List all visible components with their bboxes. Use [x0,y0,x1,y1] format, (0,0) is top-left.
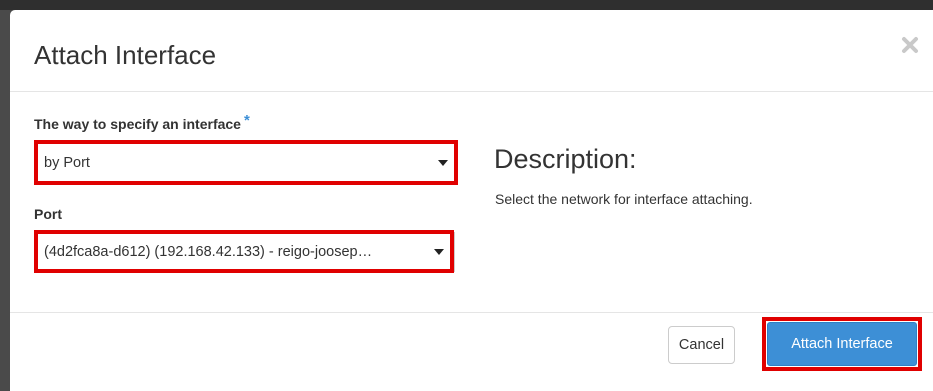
port-selected-value: (4d2fca8a-d612) (192.168.42.133) - reigo… [44,243,373,260]
interface-way-select[interactable]: by Port [34,140,458,185]
description-text: Select the network for interface attachi… [495,191,753,207]
required-marker: * [243,112,250,129]
interface-way-selected-value: by Port [44,154,90,171]
cancel-button[interactable]: Cancel [668,326,735,364]
select-edge-divider [454,232,455,272]
dialog-header: Attach Interface [10,10,933,92]
description-title: Description: [494,144,637,174]
caret-down-icon [434,248,444,255]
attach-interface-button[interactable]: Attach Interface [767,322,917,366]
dialog-title: Attach Interface [34,40,217,70]
port-select[interactable]: (4d2fca8a-d612) (192.168.42.133) - reigo… [34,230,454,273]
interface-way-select-inner: by Port [44,144,448,181]
port-label: Port [34,206,62,222]
caret-down-icon [438,159,448,166]
close-icon[interactable] [901,36,919,54]
interface-way-label-text: The way to specify an interface [34,116,241,132]
backdrop-strip [0,0,933,10]
interface-way-label: The way to specify an interface * [34,112,250,133]
port-select-inner: (4d2fca8a-d612) (192.168.42.133) - reigo… [44,234,444,269]
